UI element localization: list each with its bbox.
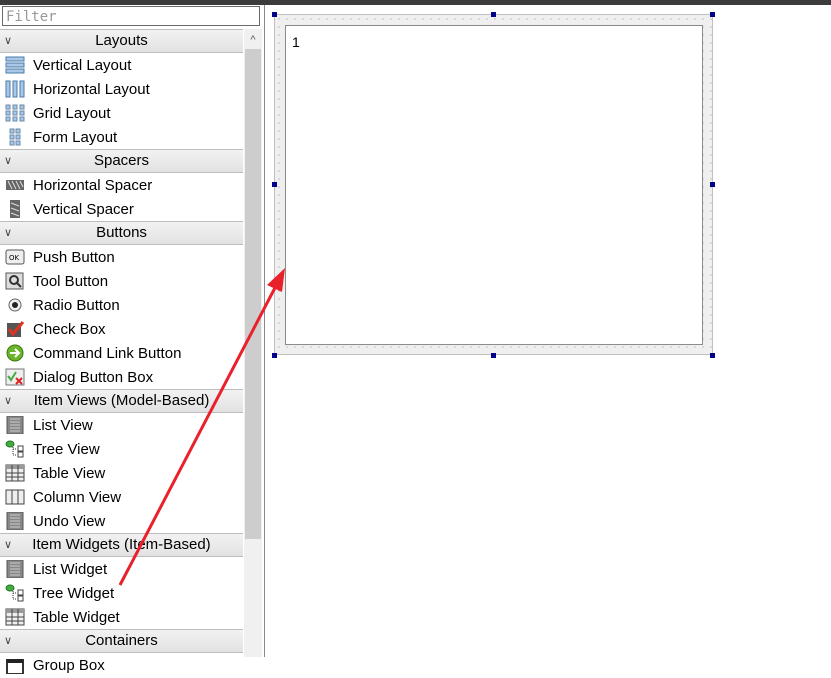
group-box-icon <box>5 656 25 675</box>
widget-item-label: Group Box <box>33 656 105 674</box>
annotation-arrow <box>118 268 285 586</box>
